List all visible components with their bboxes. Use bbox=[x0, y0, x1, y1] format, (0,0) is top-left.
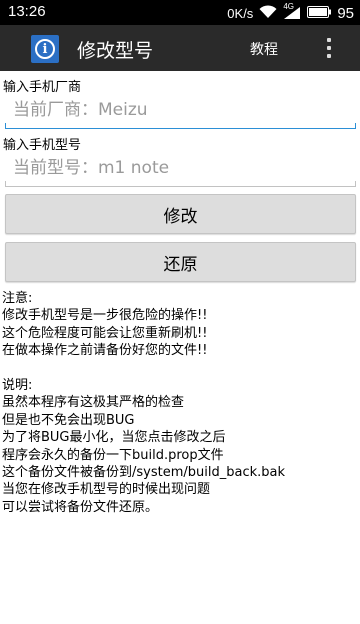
notes-line: 说明: bbox=[2, 377, 33, 393]
status-time: 13:26 bbox=[8, 3, 46, 20]
notes-line: 这个备份文件被备份到/system/build_back.bak bbox=[2, 464, 285, 480]
manufacturer-underline bbox=[5, 123, 356, 129]
overflow-menu-icon[interactable] bbox=[320, 35, 338, 61]
model-label: 输入手机型号 bbox=[3, 138, 82, 153]
status-bar: 13:26 0K/s 4G 95 bbox=[0, 0, 360, 25]
notes-line: 这个危险程度可能会让您重新刷机!! bbox=[2, 325, 208, 341]
network-speed: 0K/s bbox=[227, 5, 254, 21]
notes-line: 可以尝试将备份文件还原。 bbox=[2, 499, 159, 515]
notes-line bbox=[2, 360, 358, 377]
action-bar: i 修改型号 教程 bbox=[0, 25, 360, 71]
notes-line: 在做本操作之前请备份好您的文件!! bbox=[2, 343, 208, 359]
notes-line: 虽然本程序有这极其严格的检查 bbox=[2, 395, 185, 411]
battery-level: 95 bbox=[337, 4, 354, 22]
cellular-signal-icon: 4G bbox=[283, 2, 301, 20]
wifi-icon bbox=[259, 4, 277, 22]
notes-line: 程序会永久的备份一下build.prop文件 bbox=[2, 447, 224, 463]
info-glyph: i bbox=[35, 39, 55, 59]
status-icons: 0K/s 4G 95 bbox=[227, 2, 354, 23]
model-input[interactable] bbox=[5, 153, 356, 183]
network-type: 4G bbox=[283, 2, 294, 11]
notes-line: 为了将BUG最小化，当您点击修改之后 bbox=[2, 430, 226, 446]
model-field-wrapper bbox=[5, 153, 356, 187]
tutorial-button[interactable]: 教程 bbox=[250, 39, 278, 59]
model-underline bbox=[5, 181, 356, 187]
info-icon[interactable]: i bbox=[31, 35, 59, 63]
modify-button[interactable]: 修改 bbox=[5, 194, 356, 234]
notes-line: 修改手机型号是一步很危险的操作!! bbox=[2, 308, 208, 324]
battery-icon bbox=[307, 5, 332, 21]
page-title: 修改型号 bbox=[77, 40, 154, 62]
notes-line: 但是也不免会出现BUG bbox=[2, 412, 135, 428]
notes-text: 注意: 修改手机型号是一步很危险的操作!! 这个危险程度可能会让您重新刷机!! … bbox=[2, 290, 358, 516]
manufacturer-input[interactable] bbox=[5, 95, 356, 125]
manufacturer-field-wrapper bbox=[5, 95, 356, 129]
notes-line: 注意: bbox=[2, 291, 33, 306]
notes-line: 当您在修改手机型号的时候出现问题 bbox=[2, 482, 211, 498]
manufacturer-label: 输入手机厂商 bbox=[3, 80, 82, 95]
restore-button[interactable]: 还原 bbox=[5, 242, 356, 282]
